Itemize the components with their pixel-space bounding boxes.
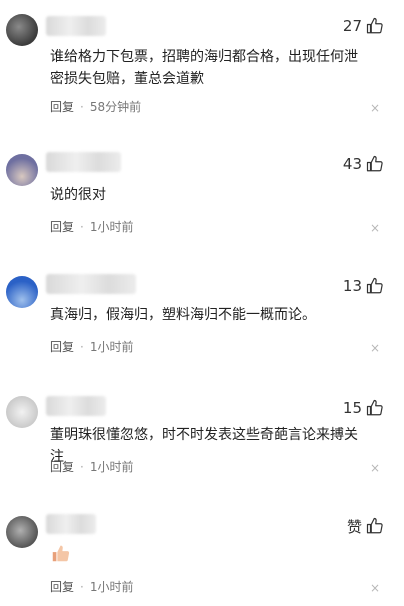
close-icon[interactable]: × xyxy=(370,222,380,234)
separator-dot: · xyxy=(80,459,84,474)
close-icon[interactable]: × xyxy=(370,462,380,474)
comment-text: 说的很对 xyxy=(50,187,106,203)
username-blurred[interactable] xyxy=(46,514,96,534)
comment-meta: 回复 · 1小时前 xyxy=(50,338,133,355)
thumbs-up-icon xyxy=(366,517,383,534)
avatar[interactable] xyxy=(6,154,38,186)
thumbs-up-emoji-icon xyxy=(52,545,70,562)
avatar[interactable] xyxy=(6,276,38,308)
comment-text: 谁给格力下包票，招聘的海归都合格，出现任何泄密损失包赔，董总会道歉 xyxy=(50,49,358,87)
reply-button[interactable]: 回复 xyxy=(50,98,74,115)
avatar[interactable] xyxy=(6,516,38,548)
like-button[interactable]: 13 xyxy=(343,274,384,298)
separator-dot: · xyxy=(80,339,84,354)
comment-meta: 回复 · 1小时前 xyxy=(50,578,133,595)
avatar[interactable] xyxy=(6,396,38,428)
separator-dot: · xyxy=(80,579,84,594)
like-count: 43 xyxy=(342,155,362,173)
comment-meta: 回复 · 1小时前 xyxy=(50,218,133,235)
like-count: 15 xyxy=(342,399,362,417)
reply-button[interactable]: 回复 xyxy=(50,218,74,235)
thumbs-up-icon xyxy=(366,277,383,294)
like-button[interactable]: 赞 xyxy=(347,514,384,538)
thumbs-up-icon xyxy=(366,17,383,34)
comment-time: 1小时前 xyxy=(89,220,134,234)
username-blurred[interactable] xyxy=(46,274,136,294)
reply-button[interactable]: 回复 xyxy=(50,338,74,355)
comment-meta: 回复 · 1小时前 xyxy=(50,458,133,475)
reply-button[interactable]: 回复 xyxy=(50,578,74,595)
like-count: 13 xyxy=(342,277,362,295)
username-blurred[interactable] xyxy=(46,152,121,172)
username-blurred[interactable] xyxy=(46,396,106,416)
like-button[interactable]: 15 xyxy=(343,396,384,420)
comment-time: 1小时前 xyxy=(89,340,134,354)
close-icon[interactable]: × xyxy=(370,582,380,594)
like-button[interactable]: 27 xyxy=(343,14,384,38)
comment-meta: 回复 · 58分钟前 xyxy=(50,98,141,115)
comment-time: 1小时前 xyxy=(89,460,134,474)
close-icon[interactable]: × xyxy=(370,102,380,114)
thumbs-up-icon xyxy=(366,399,383,416)
thumbs-up-icon xyxy=(366,155,383,172)
comment-time: 1小时前 xyxy=(89,580,134,594)
comment-text: 真海归，假海归，塑料海归不能一概而论。 xyxy=(50,307,316,323)
avatar[interactable] xyxy=(6,14,38,46)
like-button[interactable]: 43 xyxy=(343,152,384,176)
separator-dot: · xyxy=(80,219,84,234)
comment-time: 58分钟前 xyxy=(89,100,142,114)
reply-button[interactable]: 回复 xyxy=(50,458,74,475)
like-count: 27 xyxy=(342,17,362,35)
close-icon[interactable]: × xyxy=(370,342,380,354)
like-label: 赞 xyxy=(346,517,362,536)
username-blurred[interactable] xyxy=(46,16,106,36)
separator-dot: · xyxy=(80,99,84,114)
